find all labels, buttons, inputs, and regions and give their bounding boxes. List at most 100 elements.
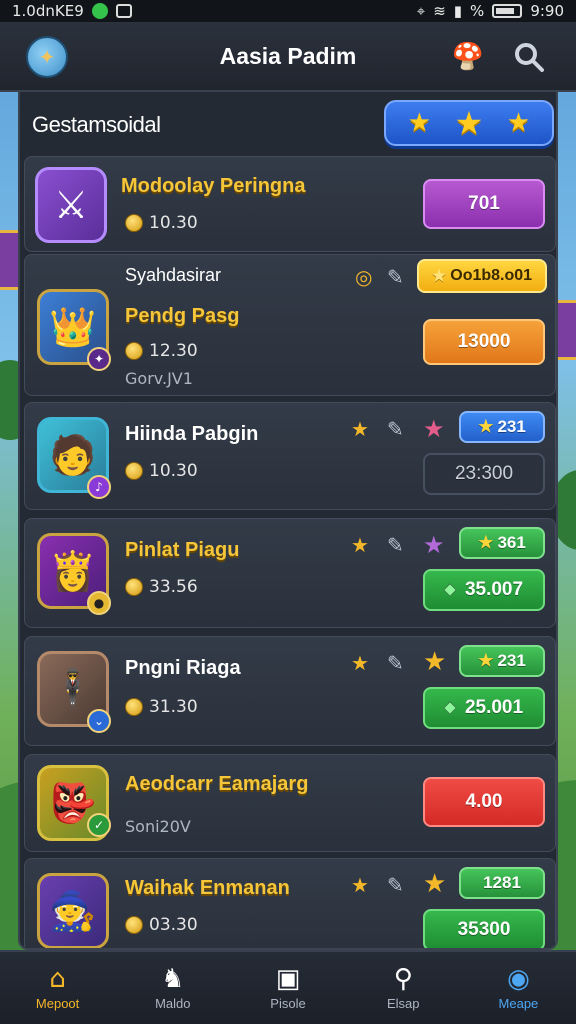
player-name: Pendg Pasg bbox=[125, 305, 240, 327]
rainbow-star-icon: ★ bbox=[423, 415, 445, 443]
search-icon[interactable] bbox=[512, 40, 546, 74]
coin-value: 12.30 bbox=[149, 341, 198, 361]
tab-map[interactable]: ◉ Meape bbox=[461, 952, 576, 1024]
notification-icon bbox=[91, 3, 108, 19]
rank-pill[interactable]: ★ 231 bbox=[459, 411, 545, 443]
star-icon: ★ bbox=[478, 533, 494, 552]
coin-value: 10.30 bbox=[149, 461, 198, 481]
coin-count: 33.56 bbox=[125, 577, 198, 597]
coin-count: 10.30 bbox=[125, 461, 198, 481]
rainbow-star-icon: ★ bbox=[423, 531, 445, 559]
shield-emblem-icon[interactable]: ✦ bbox=[26, 36, 68, 78]
coin-value: 31.30 bbox=[149, 697, 198, 717]
tab-shop[interactable]: ♞ Maldo bbox=[115, 952, 230, 1024]
coin-count: 03.30 bbox=[125, 915, 198, 935]
score-button[interactable]: 4.00 bbox=[423, 777, 545, 827]
star-icon: ★ bbox=[478, 651, 494, 670]
coin-ring-icon: ◎ bbox=[355, 265, 373, 289]
coin-icon bbox=[125, 342, 143, 360]
star-icon: ★ bbox=[351, 651, 369, 675]
star-icon: ★ bbox=[407, 108, 432, 138]
battery-icon bbox=[492, 4, 523, 18]
coin-value: 10.30 bbox=[149, 213, 198, 233]
row-header-label: Syahdasirar bbox=[125, 265, 222, 285]
mushroom-mascot-icon[interactable]: 🍄 bbox=[450, 36, 486, 78]
list-item[interactable]: 👸 ● Pinlat Piagu 33.56 ★ ✎ ★ ★ 361 35.00… bbox=[24, 518, 556, 628]
coin-count: 31.30 bbox=[125, 697, 198, 717]
gem-icon bbox=[442, 700, 458, 716]
list-item[interactable]: 🕴 ⌄ Pngni Riaga 31.30 ★ ✎ ★ ★ 231 25.001 bbox=[24, 636, 556, 746]
tab-label: Mepoot bbox=[35, 995, 80, 1011]
pencil-icon[interactable]: ✎ bbox=[387, 417, 404, 441]
score-button[interactable]: 25.001 bbox=[423, 687, 545, 729]
star-icon: ★ bbox=[351, 417, 369, 441]
app-icon bbox=[115, 4, 132, 18]
tab-box[interactable]: ▣ Pisole bbox=[230, 952, 345, 1024]
app-header: ✦ Aasia Padim 🍄 bbox=[0, 22, 576, 92]
rank-value: 361 bbox=[497, 533, 526, 552]
coin-value: 33.56 bbox=[149, 577, 198, 597]
rank-value: 231 bbox=[497, 651, 526, 670]
class-badge-icon: ♪ bbox=[87, 475, 111, 499]
class-badge-icon: ⌄ bbox=[87, 709, 111, 733]
list-item[interactable]: 👺 ✓ Aeodcarr Eamajarg Soni20V 4.00 bbox=[24, 754, 556, 852]
tab-label: Meape bbox=[498, 995, 539, 1011]
coin-icon bbox=[125, 916, 143, 934]
list-item[interactable]: 🧙 Waihak Enmanan 03.30 ★ ✎ ★ 1281 35300 bbox=[24, 858, 556, 948]
score-button[interactable]: 35.007 bbox=[423, 569, 545, 611]
score-value: 35.007 bbox=[464, 579, 524, 600]
pencil-icon[interactable]: ✎ bbox=[387, 651, 404, 675]
score-button[interactable]: 35300 bbox=[423, 909, 545, 948]
shop-icon: ♞ bbox=[161, 963, 185, 994]
star-icon: ★ bbox=[478, 417, 494, 436]
tab-label: Pisole bbox=[270, 995, 306, 1011]
score-value: 25.001 bbox=[464, 697, 524, 718]
sub-label: Gorv.JV1 bbox=[125, 369, 193, 388]
coin-count: 12.30 bbox=[125, 341, 198, 361]
signal-icon: ▮ bbox=[453, 2, 463, 20]
box-icon: ▣ bbox=[275, 963, 301, 994]
knight-avatar-icon: ⚔ bbox=[35, 167, 107, 243]
player-name: Pinlat Piagu bbox=[125, 539, 240, 561]
coin-value: 03.30 bbox=[149, 915, 198, 935]
list-item[interactable]: ⚔ Modoolay Peringna 10.30 701 bbox=[24, 156, 556, 252]
coin-count: 10.30 bbox=[125, 213, 198, 233]
sub-label: Soni20V bbox=[125, 817, 191, 836]
class-badge-icon: ✦ bbox=[87, 347, 111, 371]
star-icon: ★ bbox=[454, 104, 484, 142]
status-left-text: 1.0dnKE9 bbox=[12, 2, 84, 20]
badge-pill[interactable]: ★ Oo1b8.o01 bbox=[417, 259, 547, 293]
gem-icon bbox=[442, 582, 458, 598]
score-button[interactable]: 23:300 bbox=[423, 453, 545, 495]
rank-pill[interactable]: 1281 bbox=[459, 867, 545, 899]
coin-icon bbox=[125, 462, 143, 480]
home-icon: ⌂ bbox=[49, 963, 66, 994]
list-item[interactable]: Syahdasirar ◎ ✎ ★ Oo1b8.o01 👑 ✦ Pendg Pa… bbox=[24, 254, 556, 396]
coin-icon bbox=[125, 578, 143, 596]
rank-pill[interactable]: ★ 361 bbox=[459, 527, 545, 559]
score-button[interactable]: 13000 bbox=[423, 319, 545, 365]
pencil-icon[interactable]: ✎ bbox=[387, 265, 404, 289]
rank-pill[interactable]: ★ 231 bbox=[459, 645, 545, 677]
tab-search[interactable]: ⚲ Elsap bbox=[346, 952, 461, 1024]
class-badge-icon: ✓ bbox=[87, 813, 111, 837]
battery-percent: % bbox=[470, 2, 485, 20]
player-name: Hiinda Pabgin bbox=[125, 423, 259, 445]
search-icon: ⚲ bbox=[393, 963, 413, 994]
leaderboard-panel: Gestamsoidal ★ ★ ★ ⚔ Modoolay Peringna 1… bbox=[18, 92, 558, 950]
list-item[interactable]: 🧑 ♪ Hiinda Pabgin 10.30 ★ ✎ ★ ★ 231 23:3… bbox=[24, 402, 556, 510]
pencil-icon[interactable]: ✎ bbox=[387, 873, 404, 897]
player-name: Aeodcarr Eamajarg bbox=[125, 773, 309, 795]
gold-star-icon: ★ bbox=[423, 869, 447, 899]
wifi-icon: ≋ bbox=[433, 2, 446, 20]
tab-label: Maldo bbox=[155, 995, 191, 1011]
pencil-icon[interactable]: ✎ bbox=[387, 533, 404, 557]
tab-home[interactable]: ⌂ Mepoot bbox=[0, 952, 115, 1024]
player-name: Modoolay Peringna bbox=[121, 175, 306, 197]
score-button[interactable]: 701 bbox=[423, 179, 545, 229]
panel-header: Gestamsoidal ★ ★ ★ bbox=[20, 92, 556, 154]
badge-value: Oo1b8.o01 bbox=[450, 267, 533, 284]
coin-icon bbox=[125, 214, 143, 232]
star-icon: ★ bbox=[431, 268, 447, 285]
stars-button[interactable]: ★ ★ ★ bbox=[384, 100, 554, 146]
